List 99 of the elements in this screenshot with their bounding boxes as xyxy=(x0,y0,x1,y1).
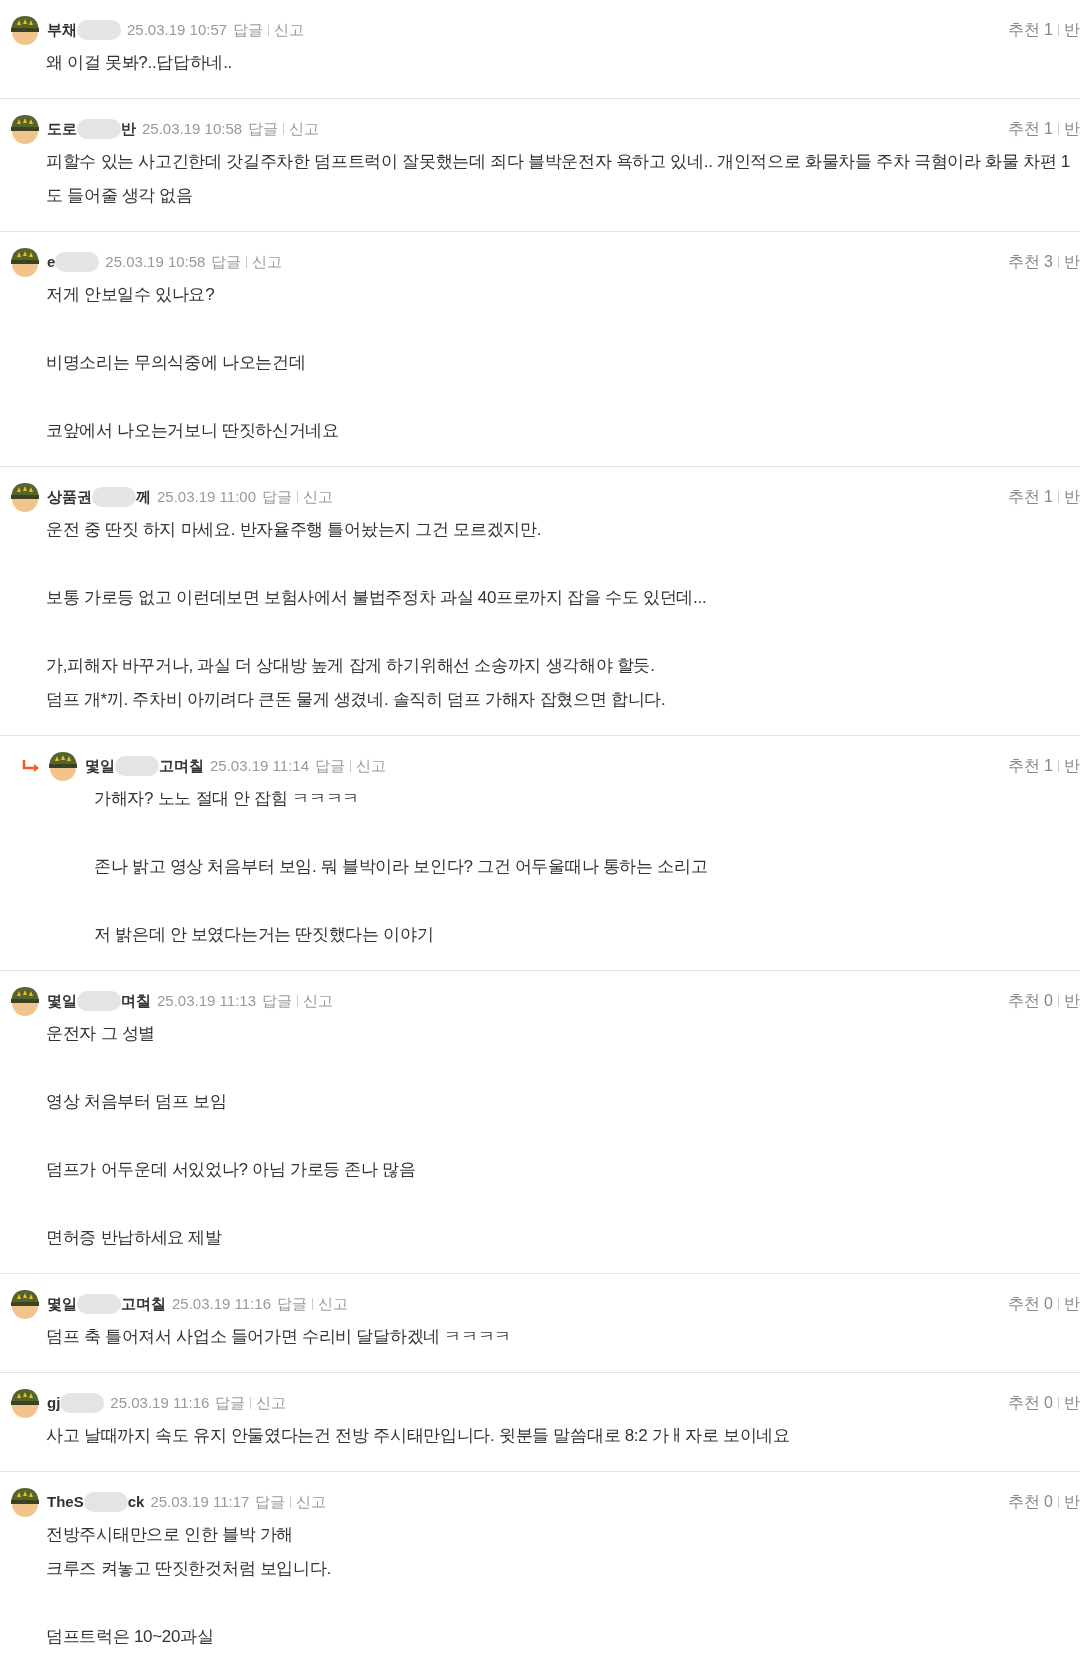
avatar-icon xyxy=(8,245,42,279)
username[interactable]: 며칠 xyxy=(121,989,151,1013)
reply-link[interactable]: 답글 xyxy=(233,18,264,42)
comment-text: 피할수 있는 사고긴한데 갓길주차한 덤프트럭이 잘못했는데 죄다 블박운전자 욕하고 있네.. 개인적으로 화물차들 주차 극혐이라 화물 차편 1도 들어줄 생각 없음 xyxy=(46,151,1071,207)
reply-link[interactable]: 답글 xyxy=(255,1490,286,1514)
comment-text: 면허증 반납하세요 제발 xyxy=(46,1227,223,1249)
reply-link[interactable]: 답글 xyxy=(262,485,292,509)
username[interactable]: e xyxy=(47,250,56,274)
comment-text: 전방주시태만으로 인한 블박 가해 xyxy=(46,1524,295,1546)
downvote-link[interactable]: 반 xyxy=(1064,1292,1080,1316)
upvote-link[interactable]: 추천 1 xyxy=(1007,117,1053,141)
comment-date: 25.03.19 10:58 xyxy=(142,118,243,139)
redaction-mark xyxy=(77,1294,121,1314)
username[interactable]: 상품권 xyxy=(47,485,92,509)
username[interactable]: TheS xyxy=(47,1490,84,1514)
comment-text: 영상 처음부터 덤프 보임 xyxy=(46,1091,228,1113)
avatar-icon xyxy=(8,1386,42,1420)
reply-link[interactable]: 답글 xyxy=(277,1292,307,1316)
comment-text: 덤프 개*끼. 주차비 아끼려다 큰돈 물게 생겼네. 솔직히 덤프 가해자 잡혔으면 합니다. xyxy=(46,689,667,711)
reply-link[interactable]: 답글 xyxy=(315,754,345,778)
username[interactable]: 고며칠 xyxy=(159,754,204,778)
report-link[interactable]: 신고 xyxy=(289,117,320,141)
comment-text: 존나 밝고 영상 처음부터 보임. 뭐 블박이라 보인다? 그건 어두울때나 통하는 소리고 xyxy=(94,856,709,878)
redaction-mark xyxy=(83,1492,128,1512)
username[interactable]: 께 xyxy=(136,485,151,509)
comment-text: 덤프트럭은 10~20과실 xyxy=(46,1626,215,1648)
comment-text: 코앞에서 나오는거보니 딴짓하신거네요 xyxy=(46,420,340,442)
avatar-icon xyxy=(8,13,42,47)
comment-text: 저 밝은데 안 보였다는거는 딴짓했다는 이야기 xyxy=(94,924,435,946)
upvote-link[interactable]: 추천 1 xyxy=(1007,754,1053,778)
comment-text: 운전자 그 성별 xyxy=(46,1023,157,1045)
redaction-mark xyxy=(60,1393,105,1413)
comment-text: 사고 날때까지 속도 유지 안둘였다는건 전방 주시태만입니다. 윗분들 말씀대로 8:2 가ㅐ자로 보이네요 xyxy=(46,1425,791,1447)
reply-link[interactable]: 답글 xyxy=(215,1391,246,1415)
avatar-icon xyxy=(8,480,42,514)
upvote-link[interactable]: 추천 1 xyxy=(1007,18,1053,42)
comment-text: 크루즈 켜놓고 딴짓한것처럼 보입니다. xyxy=(46,1558,332,1580)
username[interactable]: 몇일 xyxy=(85,754,115,778)
comment-text: 저게 안보일수 있나요? xyxy=(46,284,216,306)
reply-link[interactable]: 답글 xyxy=(211,250,242,274)
upvote-link[interactable]: 추천 3 xyxy=(1007,250,1053,274)
avatar-icon xyxy=(46,749,80,783)
report-link[interactable]: 신고 xyxy=(356,754,386,778)
report-link[interactable]: 신고 xyxy=(303,485,333,509)
upvote-link[interactable]: 추천 0 xyxy=(1007,1292,1053,1316)
reply-link[interactable]: 답글 xyxy=(248,117,279,141)
comment-text: 왜 이걸 못봐?..답답하네.. xyxy=(46,52,233,74)
avatar-icon xyxy=(8,1485,42,1519)
report-link[interactable]: 신고 xyxy=(318,1292,348,1316)
avatar-icon xyxy=(8,984,42,1018)
downvote-link[interactable]: 반 xyxy=(1064,754,1080,778)
downvote-link[interactable]: 반 xyxy=(1064,989,1080,1013)
downvote-link[interactable]: 반 xyxy=(1064,1490,1080,1514)
username[interactable]: 고며칠 xyxy=(121,1292,166,1316)
redaction-mark xyxy=(77,991,121,1011)
report-link[interactable]: 신고 xyxy=(296,1490,327,1514)
comment-text: 가해자? 노노 절대 안 잡힘 ㅋㅋㅋㅋ xyxy=(94,788,361,810)
comment-text: 보통 가로등 없고 이런데보면 보험사에서 불법주정차 과실 40프로까지 잡을 수도 있던데... xyxy=(46,587,708,609)
username[interactable]: 몇일 xyxy=(47,1292,77,1316)
comment-text: 비명소리는 무의식중에 나오는건데 xyxy=(46,352,307,374)
username[interactable]: 부채 xyxy=(47,18,77,42)
comment-text: 운전 중 딴짓 하지 마세요. 반자율주행 틀어놨는지 그건 모르겠지만. xyxy=(46,519,543,541)
redaction-mark xyxy=(77,119,121,139)
redaction-mark xyxy=(77,20,121,40)
username[interactable]: 반 xyxy=(121,117,136,141)
report-link[interactable]: 신고 xyxy=(303,989,333,1013)
redaction-mark xyxy=(115,756,159,776)
comment-date: 25.03.19 11:13 xyxy=(157,990,256,1011)
comment-text: 덤프가 어두운데 서있었나? 아님 가로등 존나 많음 xyxy=(46,1159,417,1181)
comment-date: 25.03.19 11:16 xyxy=(110,1392,210,1413)
comment-date: 25.03.19 10:58 xyxy=(105,251,206,272)
comment-text: 가,피해자 바꾸거나, 과실 더 상대방 높게 잡게 하기위해선 소송까지 생각해야 할듯. xyxy=(46,655,656,677)
downvote-link[interactable]: 반 xyxy=(1064,250,1080,274)
redaction-mark xyxy=(55,252,100,272)
report-link[interactable]: 신고 xyxy=(274,18,305,42)
upvote-link[interactable]: 추천 0 xyxy=(1007,989,1053,1013)
downvote-link[interactable]: 반 xyxy=(1064,117,1080,141)
comment-text: 덤프 축 틀어져서 사업소 들어가면 수리비 달달하겠네 ㅋㅋㅋㅋ xyxy=(46,1326,513,1348)
comment-date: 25.03.19 11:14 xyxy=(210,755,309,776)
report-link[interactable]: 신고 xyxy=(256,1391,287,1415)
reply-link[interactable]: 답글 xyxy=(262,989,292,1013)
comment-date: 25.03.19 11:16 xyxy=(172,1293,271,1314)
comment-date: 25.03.19 10:57 xyxy=(127,19,228,40)
avatar-icon xyxy=(8,1287,42,1321)
avatar-icon xyxy=(8,112,42,146)
upvote-link[interactable]: 추천 1 xyxy=(1007,485,1053,509)
upvote-link[interactable]: 추천 0 xyxy=(1007,1391,1053,1415)
downvote-link[interactable]: 반 xyxy=(1064,485,1080,509)
downvote-link[interactable]: 반 xyxy=(1064,1391,1080,1415)
username[interactable]: ck xyxy=(127,1490,145,1514)
comment-date: 25.03.19 11:00 xyxy=(157,486,256,507)
username[interactable]: 몇일 xyxy=(47,989,77,1013)
username[interactable]: 도로 xyxy=(47,117,77,141)
report-link[interactable]: 신고 xyxy=(252,250,283,274)
upvote-link[interactable]: 추천 0 xyxy=(1007,1490,1053,1514)
username[interactable]: gj xyxy=(47,1391,61,1415)
redaction-mark xyxy=(92,487,136,507)
comment-date: 25.03.19 11:17 xyxy=(150,1491,250,1512)
downvote-link[interactable]: 반 xyxy=(1064,18,1080,42)
